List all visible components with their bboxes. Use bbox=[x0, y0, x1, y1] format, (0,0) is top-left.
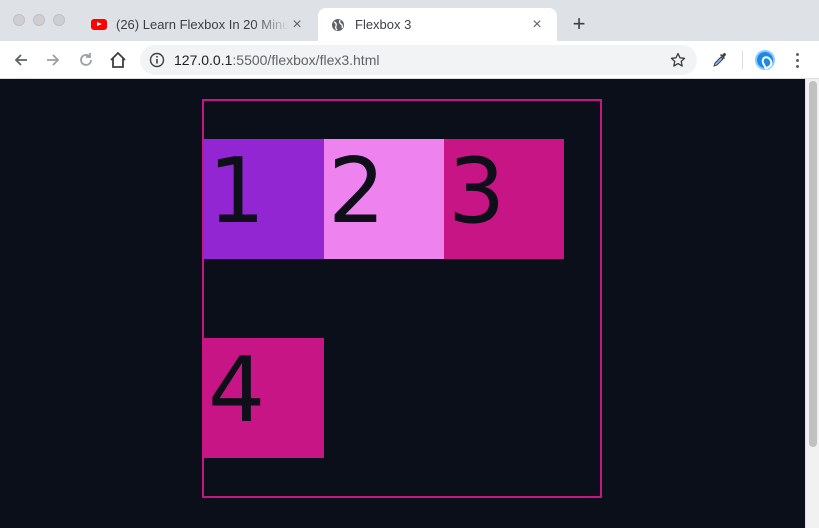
forward-arrow-icon bbox=[47, 54, 60, 66]
address-bar[interactable]: 127.0.0.1:5500/flexbox/flex3.html bbox=[140, 45, 697, 75]
flex-item-4: 4 bbox=[204, 338, 324, 458]
eyedropper-icon bbox=[713, 53, 726, 67]
tab-youtube[interactable]: (26) Learn Flexbox In 20 Minutes × bbox=[79, 8, 317, 41]
extension-icon bbox=[755, 50, 775, 70]
url-text[interactable]: 127.0.0.1:5500/flexbox/flex3.html bbox=[174, 52, 379, 68]
reload-button[interactable] bbox=[74, 48, 98, 72]
flex-item-2: 2 bbox=[324, 139, 444, 259]
back-arrow-icon bbox=[14, 54, 27, 66]
close-tab-icon[interactable]: × bbox=[289, 16, 305, 33]
toolbar-separator bbox=[742, 51, 743, 69]
back-button[interactable] bbox=[9, 48, 33, 72]
tab-title: (26) Learn Flexbox In 20 Minutes bbox=[116, 17, 289, 32]
more-vert-icon bbox=[795, 52, 799, 68]
page-viewport: 1 2 3 4 bbox=[0, 79, 805, 528]
info-icon[interactable] bbox=[149, 52, 165, 68]
flex-item-3: 3 bbox=[444, 139, 564, 259]
reload-icon bbox=[80, 53, 92, 66]
close-tab-icon[interactable]: × bbox=[529, 16, 545, 33]
extension-button[interactable] bbox=[753, 48, 777, 72]
home-icon bbox=[110, 51, 126, 68]
vertical-scrollbar[interactable] bbox=[805, 79, 819, 528]
flex-container: 1 2 3 4 bbox=[202, 99, 602, 498]
tab-title: Flexbox 3 bbox=[355, 17, 412, 32]
window-close-button[interactable] bbox=[13, 14, 25, 26]
new-tab-button[interactable]: + bbox=[568, 13, 590, 35]
eyedropper-extension-button[interactable] bbox=[708, 48, 732, 72]
forward-button[interactable] bbox=[41, 48, 65, 72]
url-host: 127.0.0.1 bbox=[174, 52, 233, 68]
menu-button[interactable] bbox=[785, 48, 809, 72]
globe-icon bbox=[330, 17, 346, 33]
url-path: :5500/flexbox/flex3.html bbox=[232, 52, 380, 68]
window-minimize-button[interactable] bbox=[33, 14, 45, 26]
window-zoom-button[interactable] bbox=[53, 14, 65, 26]
youtube-icon bbox=[91, 17, 107, 33]
scrollbar-thumb[interactable] bbox=[809, 81, 817, 447]
home-button[interactable] bbox=[106, 48, 130, 72]
tab-strip: (26) Learn Flexbox In 20 Minutes × Flexb… bbox=[0, 0, 819, 41]
bookmark-star-icon[interactable] bbox=[670, 52, 686, 68]
flex-item-1: 1 bbox=[204, 139, 324, 259]
tab-flexbox-3[interactable]: Flexbox 3 × bbox=[318, 8, 557, 41]
browser-toolbar: 127.0.0.1:5500/flexbox/flex3.html bbox=[0, 41, 819, 79]
